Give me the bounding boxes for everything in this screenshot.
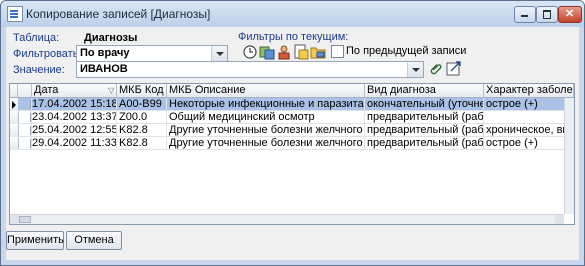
cell-kind: предварительный (рабочий): [365, 111, 484, 124]
chevron-down-icon[interactable]: [407, 62, 423, 77]
filter-combo[interactable]: По врачу: [76, 45, 228, 62]
paperclip-icon[interactable]: [429, 62, 443, 76]
scroll-left-arrow[interactable]: [10, 215, 19, 224]
cell-nature: острое (+): [484, 98, 572, 111]
cancel-button[interactable]: Отмена: [66, 231, 122, 250]
scroll-thumb[interactable]: [19, 216, 31, 223]
filters-title: Фильтры по текущим:: [238, 31, 349, 43]
value-combo[interactable]: ИВАНОВ: [76, 61, 424, 78]
close-button[interactable]: [558, 6, 582, 23]
table-row[interactable]: 25.04.2002 12:55 K82.8 Другие уточненные…: [10, 124, 572, 137]
cell-code: K82.8: [117, 137, 167, 150]
apply-button[interactable]: Применить: [6, 231, 64, 250]
folder-filter-icon[interactable]: [310, 44, 326, 60]
column-header-date[interactable]: Дата: [32, 84, 117, 97]
minimize-button[interactable]: [514, 6, 536, 23]
dialog-window: Копирование записей [Диагнозы] Таблица: …: [0, 0, 585, 266]
table-row[interactable]: 17.04.2002 15:18 A00-B99 Некоторые инфек…: [10, 98, 572, 111]
horizontal-scrollbar[interactable]: [10, 214, 564, 224]
prev-record-label: По предыдущей записи: [346, 45, 467, 57]
vertical-scrollbar[interactable]: [564, 98, 574, 214]
grid-header: Дата МКБ Код МКБ Описание Вид диагноза Х…: [10, 84, 574, 98]
document-filter-icon[interactable]: [293, 44, 309, 60]
sort-descending-icon: ▽: [108, 86, 115, 95]
cell-date: 25.04.2002 12:55: [32, 124, 117, 137]
cell-kind: предварительный (рабочий): [365, 137, 484, 150]
window-title: Копирование записей [Диагнозы]: [26, 7, 211, 21]
cell-nature: острое (+): [484, 137, 572, 150]
cell-code: Z00.0: [117, 111, 167, 124]
cell-code: K82.8: [117, 124, 167, 137]
clock-icon[interactable]: [242, 44, 258, 60]
cell-description: Некоторые инфекционные и паразитарные бо…: [167, 98, 365, 111]
scroll-right-arrow[interactable]: [555, 215, 564, 224]
cell-date: 17.04.2002 15:18: [32, 98, 117, 111]
checkbox-header[interactable]: [18, 84, 32, 97]
cell-date: 29.04.2002 11:33: [32, 137, 117, 150]
column-header-code[interactable]: МКБ Код: [117, 84, 167, 97]
column-header-description[interactable]: МКБ Описание: [167, 84, 365, 97]
app-icon: [7, 6, 23, 22]
table-value: Диагнозы: [84, 32, 138, 44]
filter-label: Фильтровать:: [13, 48, 82, 60]
cell-description: Другие уточненные болезни желчного пузыр…: [167, 124, 365, 137]
expand-icon[interactable]: [446, 60, 462, 76]
chevron-down-icon[interactable]: [211, 46, 227, 61]
table-label: Таблица:: [13, 32, 60, 44]
value-label: Значение:: [13, 64, 65, 76]
person-filter-icon[interactable]: [276, 44, 292, 60]
dialog-body: Таблица: Диагнозы Фильтровать: По врачу …: [6, 27, 579, 260]
cell-description: Другие уточненные болезни желчного пузыр…: [167, 137, 365, 150]
filter-combo-value: По врачу: [80, 47, 130, 59]
title-bar[interactable]: Копирование записей [Диагнозы]: [1, 1, 584, 27]
prev-record-checkbox[interactable]: [331, 45, 344, 58]
copy-filter-icon[interactable]: [259, 44, 275, 60]
cell-nature: [484, 111, 572, 124]
column-header-kind[interactable]: Вид диагноза: [365, 84, 484, 97]
cell-description: Общий медицинский осмотр: [167, 111, 365, 124]
indicator-header: [10, 84, 18, 97]
cell-code: A00-B99: [117, 98, 167, 111]
cell-nature: хроническое, впервые: [484, 124, 572, 137]
current-row-pointer-icon: [12, 101, 16, 109]
cell-date: 23.04.2002 13:37: [32, 111, 117, 124]
column-header-nature[interactable]: Характер заболевания: [484, 84, 574, 97]
cell-kind: предварительный (рабочий): [365, 124, 484, 137]
value-combo-value: ИВАНОВ: [80, 63, 128, 75]
records-grid[interactable]: Дата МКБ Код МКБ Описание Вид диагноза Х…: [9, 83, 575, 225]
table-row[interactable]: 23.04.2002 13:37 Z00.0 Общий медицинский…: [10, 111, 572, 124]
table-row[interactable]: 29.04.2002 11:33 K82.8 Другие уточненные…: [10, 137, 572, 150]
maximize-button[interactable]: [536, 6, 558, 23]
cell-kind: окончательный (уточненный): [365, 98, 484, 111]
